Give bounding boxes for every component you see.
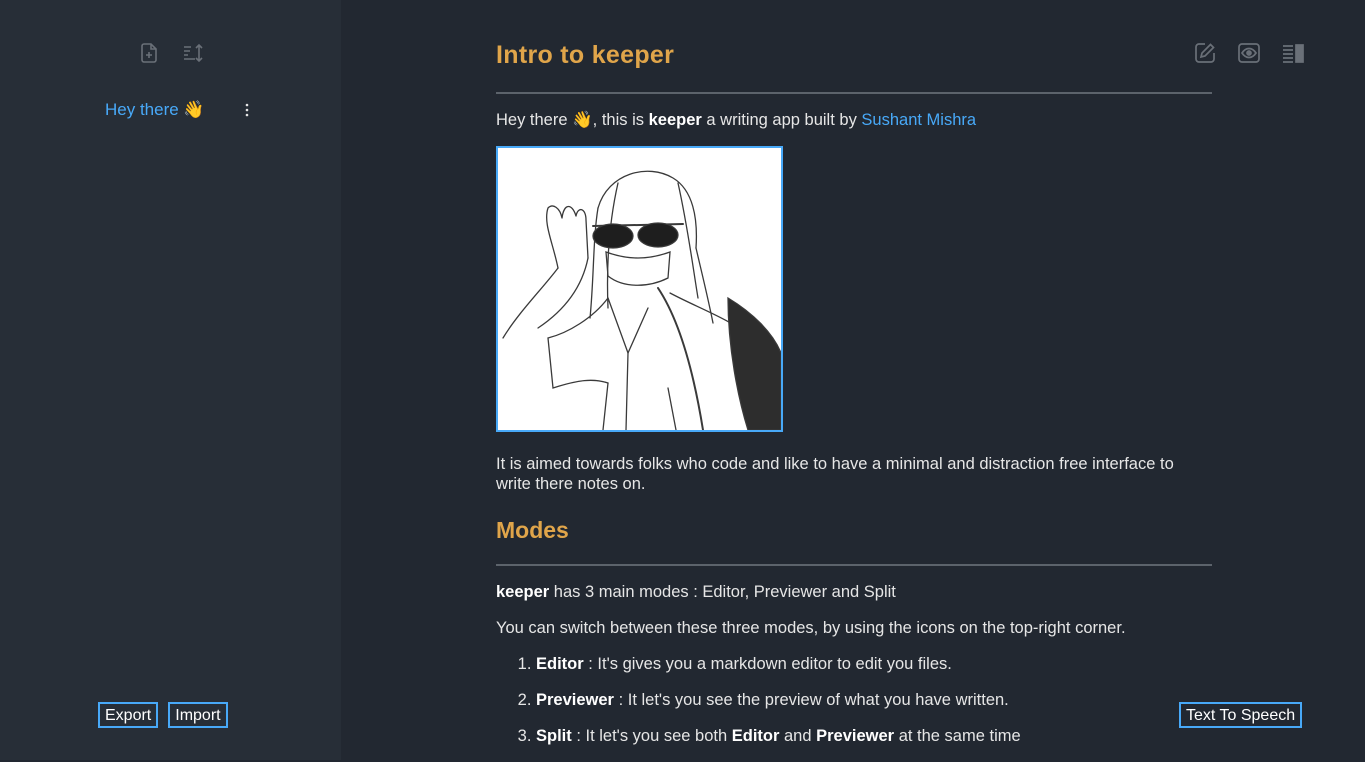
sidebar: Hey there 👋 Export Import xyxy=(0,0,341,760)
mode-description: and xyxy=(779,727,817,745)
heading-divider xyxy=(496,92,1212,94)
import-button[interactable]: Import xyxy=(168,702,228,728)
sort-icon[interactable] xyxy=(180,40,206,66)
page-title: Intro to keeper xyxy=(496,41,675,69)
modes-list: Editor : It's gives you a markdown edito… xyxy=(496,654,1212,762)
modes-text: has 3 main modes : Editor, Previewer and… xyxy=(549,583,896,601)
mode-name: Editor xyxy=(536,655,584,673)
intro-paragraph: Hey there 👋, this is keeper a writing ap… xyxy=(496,110,1212,130)
markdown-preview: Intro to keeper Hey there 👋, this is kee… xyxy=(496,0,1212,762)
import-export-group: Export Import xyxy=(98,702,228,728)
modes-divider xyxy=(496,564,1212,566)
app-name: keeper xyxy=(648,111,702,129)
modes-paragraph: keeper has 3 main modes : Editor, Previe… xyxy=(496,582,1212,602)
intro-text: Hey there 👋, this is xyxy=(496,111,649,129)
app-name-2: keeper xyxy=(496,583,550,601)
mode-name: Previewer xyxy=(536,691,614,709)
mode-name: Previewer xyxy=(816,727,895,745)
new-note-icon[interactable] xyxy=(136,40,162,66)
note-list-item[interactable]: Hey there 👋 xyxy=(105,99,255,121)
preview-icon[interactable] xyxy=(1236,40,1262,66)
author-link[interactable]: Sushant Mishra xyxy=(861,111,976,129)
export-button[interactable]: Export xyxy=(98,702,159,728)
list-item: Previewer : It let's you see the preview… xyxy=(536,690,1212,726)
sketch-image xyxy=(496,146,783,432)
mode-name: Split xyxy=(536,727,572,745)
more-options-icon[interactable] xyxy=(239,100,255,120)
mode-description: : It let's you see both xyxy=(571,727,732,745)
mode-description: : It let's you see the preview of what y… xyxy=(613,691,1009,709)
list-item: Split : It let's you see both Editor and… xyxy=(536,726,1212,762)
mode-name: Editor xyxy=(731,727,780,745)
intro-text-2: a writing app built by xyxy=(701,111,862,129)
mode-description: at the same time xyxy=(894,727,1021,745)
aim-paragraph: It is aimed towards folks who code and l… xyxy=(496,455,1174,493)
split-icon[interactable] xyxy=(1280,40,1306,66)
mode-description: : It's gives you a markdown editor to ed… xyxy=(583,655,952,673)
switch-paragraph: You can switch between these three modes… xyxy=(496,619,1126,637)
text-to-speech-button[interactable]: Text To Speech xyxy=(1179,702,1303,728)
note-title[interactable]: Hey there 👋 xyxy=(105,100,205,120)
modes-heading: Modes xyxy=(496,517,569,543)
list-item: Editor : It's gives you a markdown edito… xyxy=(536,654,1212,690)
sidebar-toolbar xyxy=(136,40,206,66)
